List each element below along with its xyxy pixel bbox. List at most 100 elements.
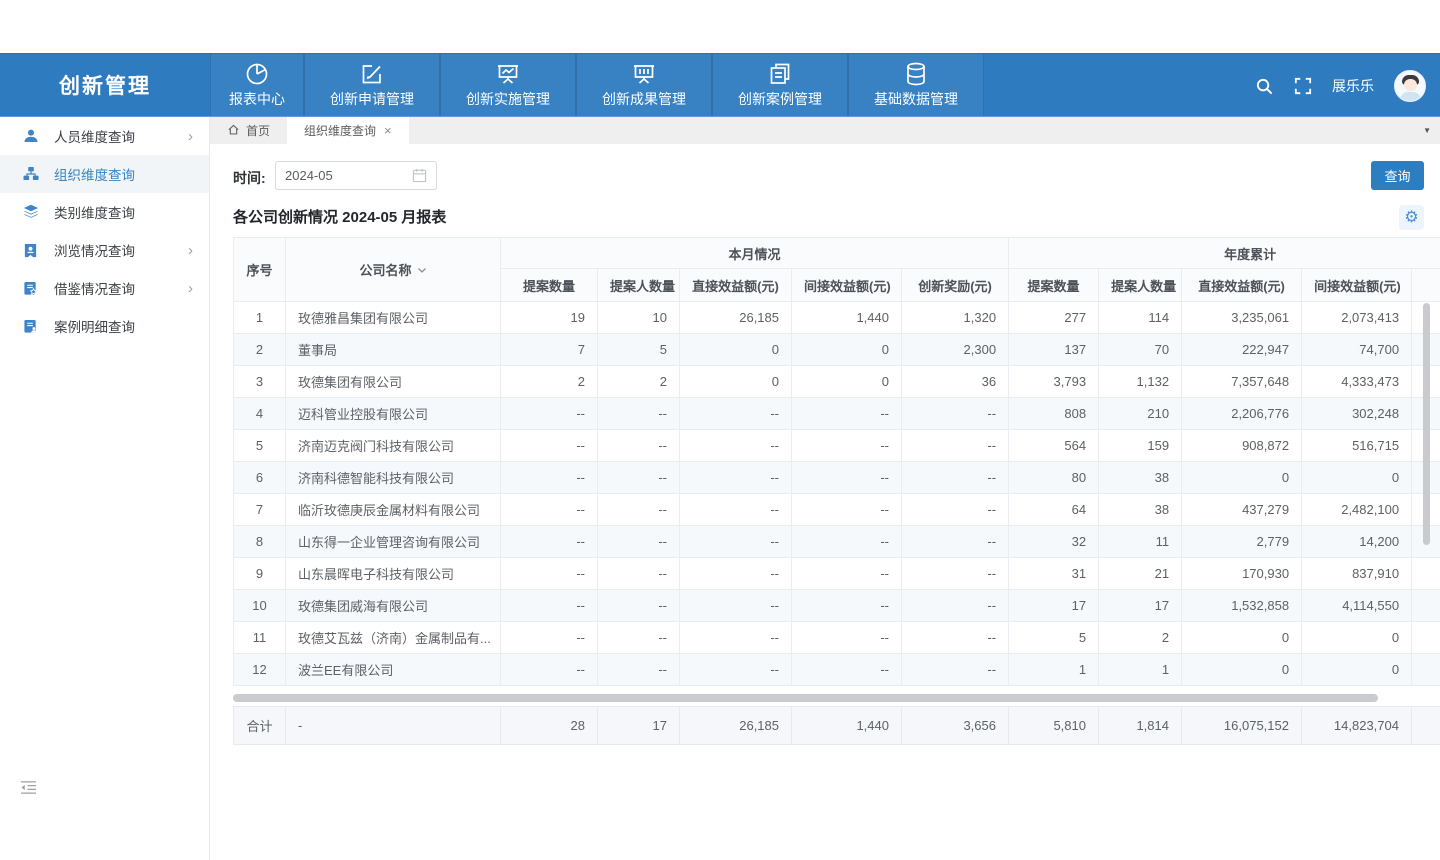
topbar-right: 展乐乐: [1255, 54, 1426, 118]
value-cell: 3,235,061: [1182, 302, 1302, 334]
value-cell: 516,715: [1302, 430, 1412, 462]
value-cell: --: [501, 558, 598, 590]
value-cell: 0: [792, 334, 902, 366]
value-cell: 11: [1099, 526, 1182, 558]
value-cell: 5: [1009, 622, 1099, 654]
value-cell: --: [598, 590, 680, 622]
value-cell: --: [501, 526, 598, 558]
nav-item-innovation-cases[interactable]: 创新案例管理: [712, 54, 848, 116]
value-cell: 0: [1182, 462, 1302, 494]
value-cell: --: [501, 654, 598, 686]
table-row: 2董事局75002,30013770222,94774,700: [234, 334, 1440, 366]
company-name: 山东得一企业管理咨询有限公司: [286, 526, 501, 558]
value-cell: 4,114,550: [1302, 590, 1412, 622]
value-cell: 74,700: [1302, 334, 1412, 366]
col-header-company: 公司名称: [286, 238, 501, 302]
value-cell: 64: [1009, 494, 1099, 526]
total-row-container: 合计-281726,1851,4403,6565,8101,81416,075,…: [233, 706, 1440, 747]
value-cell: 2: [501, 366, 598, 398]
value-cell: 0: [792, 366, 902, 398]
value-cell: 437,279: [1182, 494, 1302, 526]
table-row: 8山东得一企业管理咨询有限公司----------32112,77914,200: [234, 526, 1440, 558]
nav-label: 报表中心: [229, 89, 285, 109]
nav-item-innovation-implement[interactable]: 创新实施管理: [440, 54, 576, 116]
sort-caret-icon[interactable]: [417, 262, 427, 277]
nav-item-innovation-apply[interactable]: 创新申请管理: [304, 54, 440, 116]
collapse-sidebar-icon[interactable]: [20, 780, 37, 800]
time-filter-input[interactable]: 2024-05: [275, 161, 437, 190]
time-filter-label: 时间:: [233, 168, 266, 188]
table-row: 4迈科管业控股有限公司----------8082102,206,776302,…: [234, 398, 1440, 430]
value-cell: 4,333,473: [1302, 366, 1412, 398]
value-cell: --: [598, 398, 680, 430]
nav-label: 创新成果管理: [602, 89, 686, 109]
value-cell: --: [902, 462, 1009, 494]
fullscreen-icon[interactable]: [1294, 77, 1312, 95]
col-header: 创新奖励(元): [902, 269, 1009, 302]
value-cell: --: [680, 462, 792, 494]
calendar-icon[interactable]: [412, 168, 427, 183]
nav-item-innovation-results[interactable]: 创新成果管理: [576, 54, 712, 116]
value-cell: 36: [902, 366, 1009, 398]
horizontal-scrollbar[interactable]: [233, 694, 1378, 702]
company-name: 济南科德智能科技有限公司: [286, 462, 501, 494]
sidebar-item-reference-status[interactable]: 借鉴情况查询 ›: [0, 269, 209, 307]
table-row: 1玫德雅昌集团有限公司191026,1851,4401,3202771143,2…: [234, 302, 1440, 334]
value-cell: 808: [1009, 398, 1099, 430]
value-cell: 0: [1182, 654, 1302, 686]
close-icon[interactable]: ×: [384, 123, 392, 138]
layers-icon: [22, 204, 39, 220]
nav-item-report-center[interactable]: 报表中心: [210, 54, 304, 116]
value-cell: 302,248: [1302, 398, 1412, 430]
value-cell: --: [598, 462, 680, 494]
sidebar-item-case-detail[interactable]: 案例明细查询: [0, 307, 209, 345]
sidebar-item-person-dimension[interactable]: 人员维度查询 ›: [0, 117, 209, 155]
nav-label: 创新案例管理: [738, 89, 822, 109]
vertical-scrollbar[interactable]: [1423, 303, 1430, 545]
value-cell: 7,357,648: [1182, 366, 1302, 398]
query-button[interactable]: 查询: [1371, 161, 1424, 190]
row-no: 10: [234, 590, 286, 622]
sidebar-item-category-dimension[interactable]: 类别维度查询: [0, 193, 209, 231]
row-no: 3: [234, 366, 286, 398]
doc-detail-icon: [22, 319, 39, 334]
value-cell: 1,440: [792, 302, 902, 334]
value-cell: 14,200: [1302, 526, 1412, 558]
gear-icon[interactable]: ⚙: [1399, 205, 1424, 230]
tab-home[interactable]: 首页: [210, 117, 287, 144]
value-cell: [1412, 654, 1440, 686]
tab-org-dimension[interactable]: 组织维度查询 ×: [287, 117, 409, 144]
value-cell: 38: [1099, 462, 1182, 494]
value-cell: 28: [501, 707, 598, 745]
sidebar-item-browse-status[interactable]: 浏览情况查询 ›: [0, 231, 209, 269]
value-cell: 1: [1099, 654, 1182, 686]
value-cell: 3,793: [1009, 366, 1099, 398]
value-cell: --: [902, 526, 1009, 558]
value-cell: --: [902, 494, 1009, 526]
company-name: 玫德集团威海有限公司: [286, 590, 501, 622]
value-cell: --: [598, 430, 680, 462]
value-cell: 0: [680, 366, 792, 398]
col-header: 提案人数量: [598, 269, 680, 302]
table-row: 6济南科德智能科技有限公司----------803800: [234, 462, 1440, 494]
sidebar-item-org-dimension[interactable]: 组织维度查询: [0, 155, 209, 193]
value-cell: 1,132: [1099, 366, 1182, 398]
value-cell: --: [680, 622, 792, 654]
search-icon[interactable]: [1255, 77, 1274, 96]
value-cell: 70: [1099, 334, 1182, 366]
app-logo: 创新管理: [0, 54, 210, 116]
table-row: 12波兰EE有限公司----------1100: [234, 654, 1440, 686]
chevron-down-icon[interactable]: ▼: [1423, 126, 1431, 135]
value-cell: --: [598, 494, 680, 526]
value-cell: [1412, 590, 1440, 622]
user-name[interactable]: 展乐乐: [1332, 76, 1374, 96]
sidebar-item-label: 组织维度查询: [54, 164, 135, 184]
chevron-right-icon: ›: [188, 129, 193, 144]
value-cell: 5,810: [1009, 707, 1099, 745]
value-cell: 26,185: [680, 707, 792, 745]
tab-label: 组织维度查询: [304, 122, 376, 139]
value-cell: --: [792, 622, 902, 654]
avatar[interactable]: [1394, 70, 1426, 102]
nav-item-base-data[interactable]: 基础数据管理: [848, 54, 984, 116]
value-cell: --: [501, 590, 598, 622]
